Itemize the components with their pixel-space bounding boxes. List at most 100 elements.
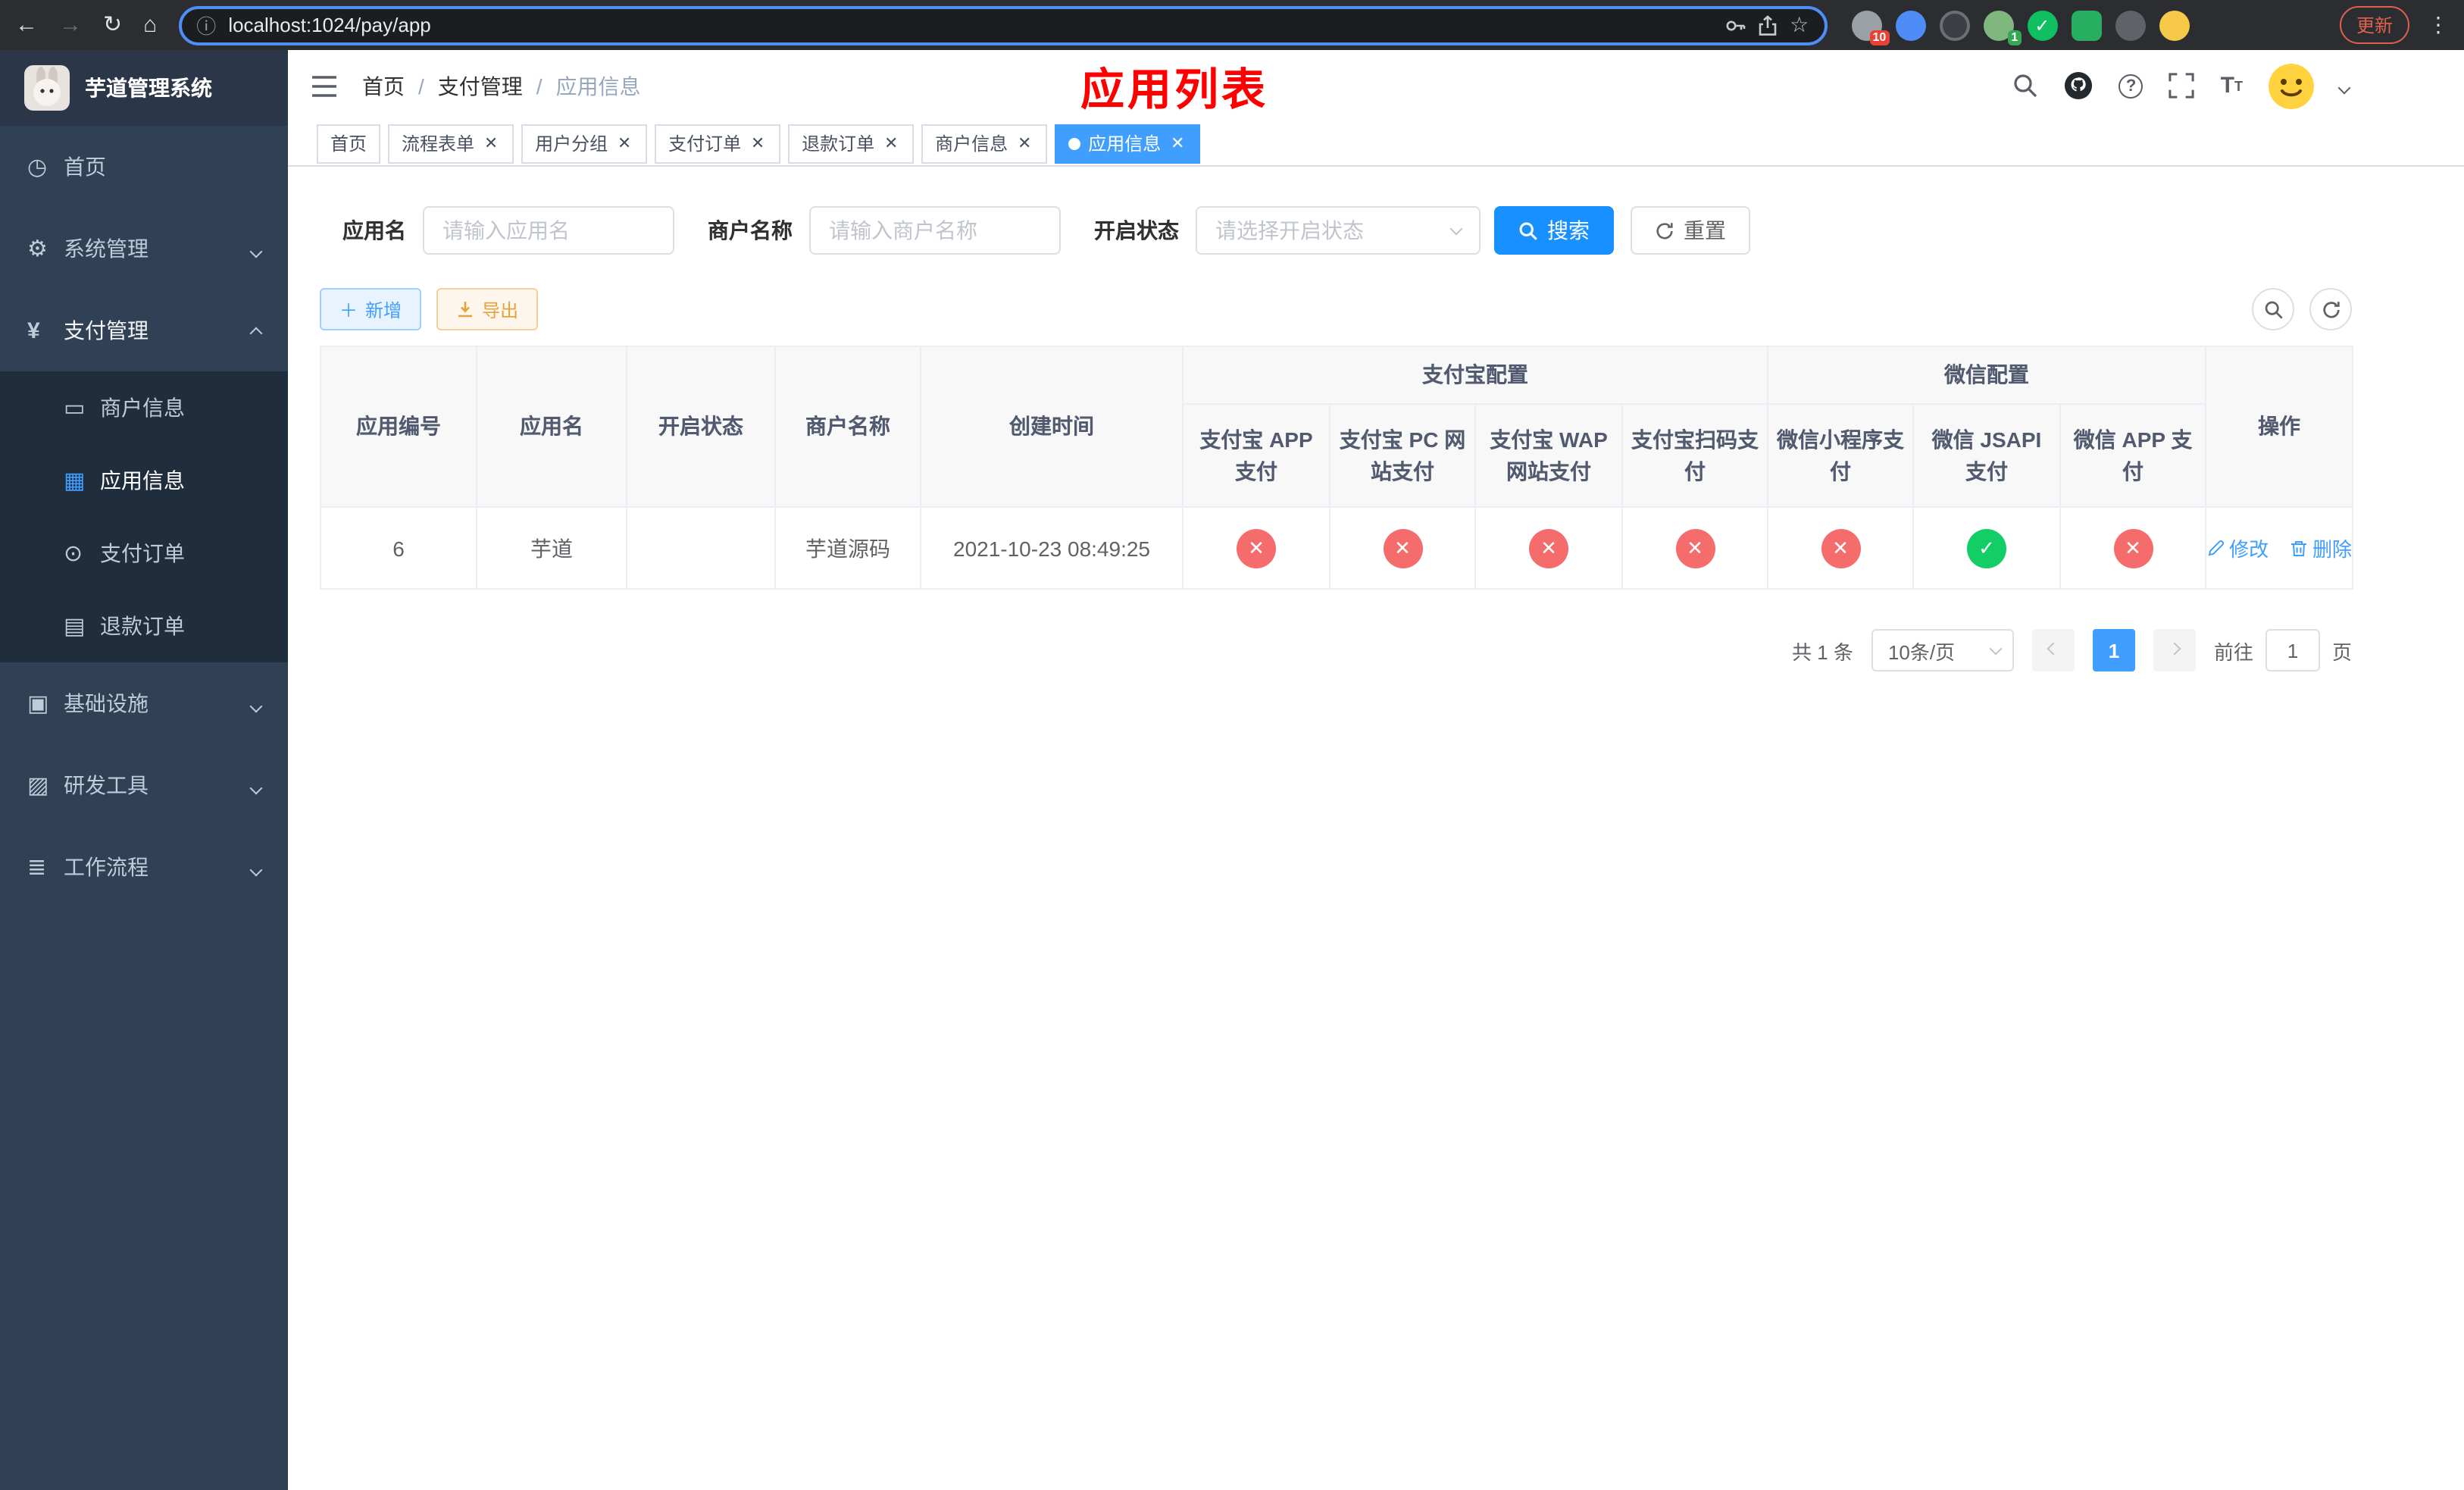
- sidebar-item-label: 工作流程: [64, 855, 149, 879]
- col-group-alipay: 支付宝配置: [1182, 346, 1768, 405]
- extension-icon[interactable]: [1939, 10, 1970, 40]
- address-bar[interactable]: ⓘ localhost:1024/pay/app ☆: [178, 5, 1828, 45]
- tab-close-icon[interactable]: ✕: [1015, 134, 1033, 153]
- font-size-icon[interactable]: TT: [2221, 73, 2243, 99]
- extension-icon[interactable]: [2115, 10, 2146, 40]
- breadcrumb-pay[interactable]: 支付管理: [438, 70, 523, 101]
- document-icon: ▤: [64, 614, 86, 640]
- sidebar-item-home[interactable]: ◷ 首页: [0, 126, 288, 208]
- col-wechat-jsapi: 微信 JSAPI 支付: [1912, 403, 2061, 508]
- browser-menu-icon[interactable]: ⋮: [2428, 12, 2449, 38]
- bookmark-star-icon[interactable]: ☆: [1790, 12, 1809, 38]
- reload-icon[interactable]: ↻: [103, 14, 122, 36]
- extension-check-icon[interactable]: ✓: [2027, 10, 2058, 40]
- breadcrumb-home[interactable]: 首页: [362, 70, 405, 101]
- extension-icon[interactable]: [1895, 10, 1926, 40]
- search-icon[interactable]: [2013, 73, 2039, 99]
- pagination-total: 共 1 条: [1792, 640, 1853, 663]
- tab-close-icon[interactable]: ✕: [615, 134, 633, 153]
- sidebar-item-workflow[interactable]: ≣ 工作流程: [0, 826, 288, 908]
- tab-home[interactable]: 首页: [317, 124, 381, 163]
- status-select-placeholder: 请选择开启状态: [1215, 218, 1364, 243]
- tab-user-group[interactable]: 用户分组 ✕: [521, 124, 648, 163]
- avatar-caret-icon[interactable]: [2337, 72, 2351, 99]
- merchant-name-input[interactable]: [809, 206, 1061, 255]
- toggle-search-button[interactable]: [2252, 288, 2294, 330]
- tab-close-icon[interactable]: ✕: [1168, 134, 1187, 153]
- sidebar-item-devtools[interactable]: ▨ 研发工具: [0, 744, 288, 826]
- goto-page-input[interactable]: [2265, 629, 2320, 671]
- chevron-down-icon: [249, 691, 263, 715]
- search-button[interactable]: 搜索: [1494, 206, 1614, 255]
- back-icon[interactable]: ←: [15, 14, 38, 36]
- reset-button-label: 重置: [1684, 218, 1726, 243]
- user-avatar[interactable]: [2269, 63, 2314, 108]
- breadcrumb-current: 应用信息: [555, 74, 641, 98]
- goto-label: 前往: [2213, 640, 2253, 663]
- extension-icon[interactable]: 1: [1983, 10, 2022, 45]
- password-key-icon[interactable]: [1724, 14, 1746, 36]
- export-button[interactable]: 导出: [436, 288, 539, 330]
- tab-process-form[interactable]: 流程表单 ✕: [388, 124, 514, 163]
- sidebar-item-app-info[interactable]: ▦ 应用信息: [0, 444, 288, 517]
- help-icon[interactable]: ?: [2118, 74, 2143, 98]
- browser-update-button[interactable]: 更新: [2339, 6, 2409, 44]
- browser-toolbar: ← → ↻ ⌂ ⓘ localhost:1024/pay/app ☆ 10 1 …: [0, 0, 2464, 50]
- tab-label: 用户分组: [535, 133, 608, 155]
- fullscreen-icon[interactable]: [2169, 73, 2195, 99]
- refresh-table-button[interactable]: [2309, 288, 2352, 330]
- share-icon[interactable]: [1758, 14, 1778, 36]
- status-select[interactable]: 请选择开启状态: [1196, 206, 1481, 255]
- page-size-value: 10条/页: [1887, 640, 1956, 663]
- breadcrumb: 首页 / 支付管理 / 应用信息: [362, 70, 641, 101]
- tab-label: 应用信息: [1088, 133, 1162, 155]
- tab-pay-order[interactable]: 支付订单 ✕: [655, 124, 781, 163]
- chevron-down-icon: [249, 773, 263, 797]
- reset-button[interactable]: 重置: [1631, 206, 1750, 255]
- tab-app-info[interactable]: 应用信息 ✕: [1055, 124, 1201, 163]
- sidebar-collapse-icon[interactable]: [311, 74, 338, 98]
- extension-puzzle-icon[interactable]: 10: [1851, 10, 1890, 45]
- tab-close-icon[interactable]: ✕: [882, 134, 900, 153]
- sidebar-item-pay[interactable]: ¥ 支付管理: [0, 290, 288, 371]
- page-size-select[interactable]: 10条/页: [1871, 629, 2014, 671]
- status-fail-icon: ✕: [1237, 528, 1276, 568]
- merchant-name-label: 商户名称: [708, 218, 793, 243]
- tab-refund-order[interactable]: 退款订单 ✕: [788, 124, 915, 163]
- sidebar-item-merchant-info[interactable]: ▭ 商户信息: [0, 371, 288, 444]
- next-page-button[interactable]: [2153, 629, 2196, 671]
- tab-merchant-info[interactable]: 商户信息 ✕: [921, 124, 1048, 163]
- chevron-down-icon: [1989, 641, 2003, 655]
- cell-merchant: 芋道源码: [774, 506, 921, 590]
- edit-link[interactable]: 修改: [2206, 534, 2269, 562]
- workflow-icon: ≣: [27, 855, 47, 881]
- delete-link[interactable]: 删除: [2290, 534, 2352, 562]
- cell-status: [626, 506, 776, 590]
- col-actions: 操作: [2205, 346, 2354, 508]
- status-fail-icon: ✕: [1529, 528, 1568, 568]
- site-info-icon[interactable]: ⓘ: [196, 11, 216, 39]
- sidebar-menu: ◷ 首页 ⚙ 系统管理 ¥ 支付管理 ▭ 商户信息 ▦ 应用信息 ⊙ 支付订单 …: [0, 126, 288, 908]
- navbar-actions: ? TT: [2013, 63, 2351, 108]
- tab-label: 流程表单: [402, 133, 475, 155]
- add-button[interactable]: ＋ 新增: [320, 288, 422, 330]
- forward-icon[interactable]: →: [59, 14, 82, 36]
- sidebar-item-label: 系统管理: [64, 236, 149, 261]
- sidebar-item-system[interactable]: ⚙ 系统管理: [0, 208, 288, 290]
- sidebar-item-refund-order[interactable]: ▤ 退款订单: [0, 590, 288, 662]
- extension-icon[interactable]: [2071, 10, 2102, 40]
- prev-page-button[interactable]: [2031, 629, 2075, 671]
- app-name-input[interactable]: [423, 206, 674, 255]
- sidebar-item-pay-order[interactable]: ⊙ 支付订单: [0, 517, 288, 590]
- extension-face-icon[interactable]: [2159, 10, 2190, 40]
- col-alipay-scan: 支付宝扫码支付: [1621, 403, 1768, 508]
- home-icon[interactable]: ⌂: [143, 14, 157, 36]
- tab-close-icon[interactable]: ✕: [749, 134, 767, 153]
- breadcrumb-separator: /: [418, 74, 424, 98]
- app-logo-header[interactable]: 芋道管理系统: [0, 50, 288, 126]
- github-icon[interactable]: [2065, 71, 2093, 100]
- infra-icon: ▣: [27, 691, 49, 717]
- sidebar-item-infra[interactable]: ▣ 基础设施: [0, 662, 288, 744]
- tab-close-icon[interactable]: ✕: [482, 134, 500, 153]
- page-number-1[interactable]: 1: [2092, 629, 2135, 671]
